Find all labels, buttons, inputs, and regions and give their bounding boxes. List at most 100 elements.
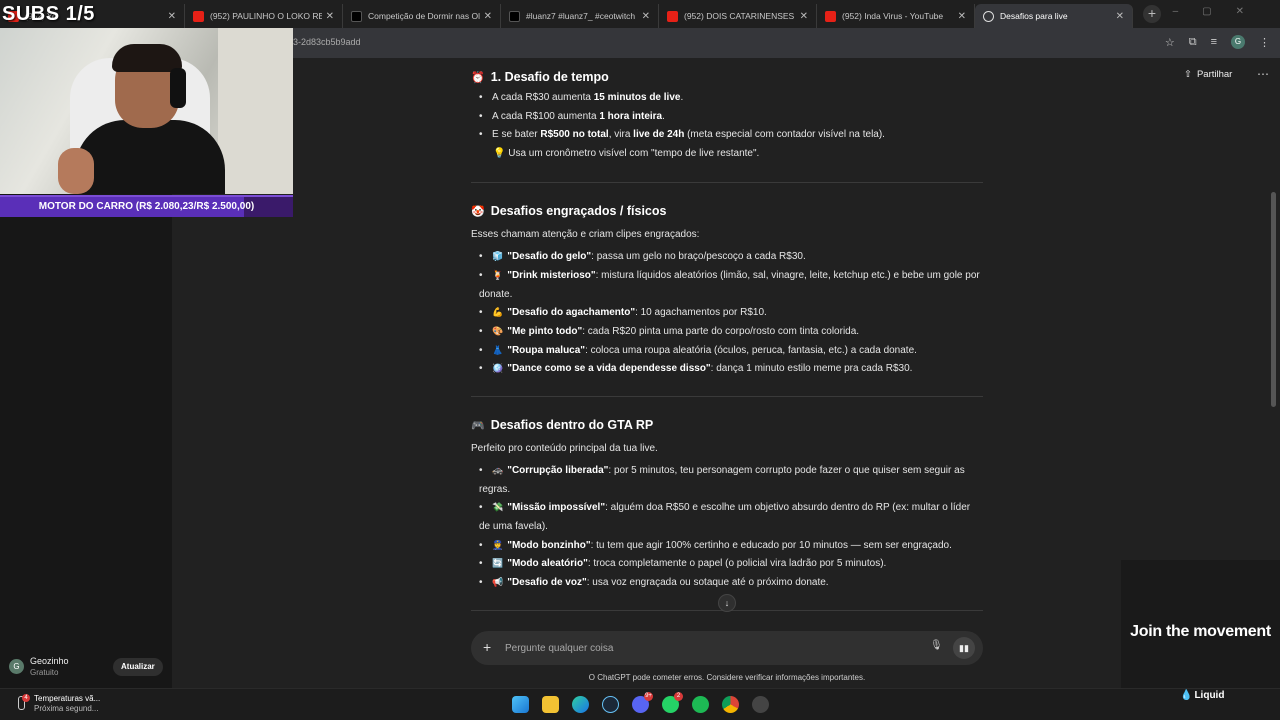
notification-badge: 9+: [644, 692, 653, 701]
attach-plus-icon[interactable]: +: [483, 639, 491, 655]
file-explorer-icon[interactable]: [542, 696, 559, 713]
item-title: "Drink misterioso": [507, 270, 596, 281]
edge-icon[interactable]: [572, 696, 589, 713]
item-title: "Missão impossível": [507, 502, 606, 513]
weather-widget[interactable]: 4 Temperaturas vã... Próxima segund...: [14, 693, 100, 713]
section-heading: 🎮 Desafios dentro do GTA RP: [471, 418, 653, 432]
new-tab-button[interactable]: +: [1143, 5, 1161, 23]
item-title: "Desafio do agachamento": [507, 307, 636, 318]
list-item: • 🔄 "Modo aleatório": troca completamente …: [479, 558, 887, 569]
section-title: 1. Desafio de tempo: [490, 70, 609, 84]
whatsapp-icon[interactable]: 2: [662, 692, 683, 713]
browser-menu-icon[interactable]: ⋮: [1259, 36, 1270, 49]
user-plan: Gratuito: [30, 668, 59, 677]
item-title: "Dance como se a vida dependesse disso": [507, 363, 711, 374]
disclaimer-text: O ChatGPT pode cometer erros. Considere …: [588, 673, 866, 682]
windows-start-icon[interactable]: [512, 696, 529, 713]
browser-tab[interactable]: (952) Inda Virus - YouTube ✕: [817, 4, 975, 28]
share-button[interactable]: ⇧ Partilhar: [1184, 69, 1232, 80]
weather-subtitle: Próxima segund...: [34, 704, 99, 713]
browser-tab[interactable]: (952) DOIS CATARINENSES EM ✕: [659, 4, 817, 28]
subs-counter: SUBS 1/5: [2, 3, 95, 25]
page-scrollbar[interactable]: [1271, 192, 1276, 407]
taskbar-apps: 9+ 2: [512, 692, 769, 713]
item-emoji-icon: 🪩: [492, 363, 504, 373]
donation-goal-bar: MOTOR DO CARRO (R$ 2.080,23/R$ 2.500,00): [0, 195, 293, 217]
ad-brand: 💧 Liquid: [1180, 690, 1225, 701]
item-title: "Me pinto todo": [507, 326, 583, 337]
youtube-icon: [667, 10, 678, 22]
tab-label: #luanz7 #luanz7_ #ceotwitch |: [526, 11, 638, 21]
item-emoji-icon: 🚓: [492, 465, 504, 475]
close-tab-icon[interactable]: ✕: [800, 11, 808, 22]
bookmark-star-icon[interactable]: ☆: [1165, 36, 1175, 49]
url-text[interactable]: 3-2d83cb5b9add: [293, 37, 361, 47]
webcam-person-hand: [58, 148, 94, 194]
webcam-video: [0, 28, 293, 194]
youtube-icon: [825, 10, 836, 22]
close-tab-icon[interactable]: ✕: [642, 11, 650, 22]
notification-badge: 4: [22, 693, 30, 702]
close-tab-icon[interactable]: ✕: [1116, 11, 1124, 22]
upgrade-button[interactable]: Atualizar: [113, 658, 163, 676]
list-item: • A cada R$100 aumenta 1 hora inteira.: [479, 111, 665, 122]
donation-goal-label: MOTOR DO CARRO (R$ 2.080,23/R$ 2.500,00): [38, 201, 255, 212]
stream-webcam-overlay: SUBS 1/5 MOTOR DO CARRO (R$ 2.080,23/R$ …: [0, 0, 293, 218]
list-item: • 👮 "Modo bonzinho": tu tem que agir 100% …: [479, 540, 952, 551]
browser-tab[interactable]: Competição de Dormir nas Oli ✕: [343, 4, 501, 28]
item-emoji-icon: 💪: [492, 307, 504, 317]
divider: [471, 396, 983, 397]
discord-icon[interactable]: 9+: [632, 692, 653, 713]
scroll-to-bottom-button[interactable]: ↓: [718, 594, 736, 612]
notification-badge: 2: [674, 692, 683, 701]
game-controller-icon: 🎮: [471, 419, 485, 432]
profile-avatar[interactable]: G: [1231, 35, 1245, 49]
list-item: • 🧊 "Desafio do gelo": passa um gelo no br…: [479, 251, 806, 262]
chrome-icon[interactable]: [722, 696, 739, 713]
item-title: "Roupa maluca": [507, 345, 586, 356]
steam-icon[interactable]: [602, 696, 619, 713]
item-text: : passa um gelo no braço/pescoço a cada …: [591, 251, 806, 262]
ad-headline: Join the movement: [1130, 623, 1271, 640]
user-profile[interactable]: G Geozinho Gratuito: [9, 656, 69, 677]
chatgpt-icon: [983, 10, 994, 22]
prompt-composer: + 🎙 ▮▮: [471, 631, 983, 665]
tab-label: (952) DOIS CATARINENSES EM: [684, 11, 796, 21]
item-text: : usa voz engraçada ou sotaque até o pró…: [586, 577, 829, 588]
section-title: Desafios engraçados / físicos: [490, 204, 667, 218]
window-controls[interactable]: –▢✕: [1173, 6, 1268, 17]
webcam-person-hair: [112, 44, 182, 72]
list-item: • 🎨 "Me pinto todo": cada R$20 pinta uma p…: [479, 326, 860, 337]
spotify-icon[interactable]: [692, 696, 709, 713]
section-intro: Esses chamam atenção e criam clipes engr…: [471, 229, 700, 240]
item-text: : coloca uma roupa aleatória (óculos, pe…: [585, 345, 917, 356]
item-emoji-icon: 🔄: [492, 558, 504, 568]
browser-tab[interactable]: #luanz7 #luanz7_ #ceotwitch | ✕: [501, 4, 659, 28]
extensions-icon[interactable]: ⧉: [1189, 36, 1197, 49]
list-item: • 🪩 "Dance como se a vida dependesse disso…: [479, 363, 913, 374]
prompt-input[interactable]: [505, 639, 905, 657]
droplet-icon: 💧: [1180, 690, 1193, 701]
item-text: : cada R$20 pinta uma parte do corpo/ros…: [582, 326, 860, 337]
tip-text: 💡 Usa um cronômetro visível com "tempo d…: [493, 148, 760, 159]
user-name: Geozinho: [30, 656, 69, 666]
list-item: • 👗 "Roupa maluca": coloca uma roupa aleat…: [479, 345, 917, 356]
close-tab-icon[interactable]: ✕: [484, 11, 492, 22]
chat-message: ⏰ 1. Desafio de tempo • A cada R$30 aumen…: [471, 58, 983, 633]
list-item: • 📢 "Desafio de voz": usa voz engraçada ou…: [479, 577, 829, 588]
avatar: G: [9, 659, 24, 674]
more-options-icon[interactable]: ⋯: [1257, 67, 1269, 81]
close-tab-icon[interactable]: ✕: [958, 11, 966, 22]
item-text: : dança 1 minuto estilo meme pra cada R$…: [710, 363, 913, 374]
media-control-icon[interactable]: ≡: [1211, 36, 1217, 48]
microphone-icon[interactable]: 🎙: [930, 640, 943, 651]
item-emoji-icon: 👮: [492, 540, 504, 550]
close-tab-icon[interactable]: ✕: [326, 11, 334, 22]
list-item: • 🍹 "Drink misterioso": mistura líquidos a…: [479, 270, 980, 300]
headset-icon: [170, 68, 186, 108]
voice-mode-button[interactable]: ▮▮: [953, 637, 975, 659]
app-icon[interactable]: [752, 696, 769, 713]
browser-tab-active[interactable]: Desafios para live ✕: [975, 4, 1133, 28]
list-item: • E se bater R$500 no total, vira live de…: [479, 129, 885, 140]
item-emoji-icon: 💸: [492, 502, 504, 512]
